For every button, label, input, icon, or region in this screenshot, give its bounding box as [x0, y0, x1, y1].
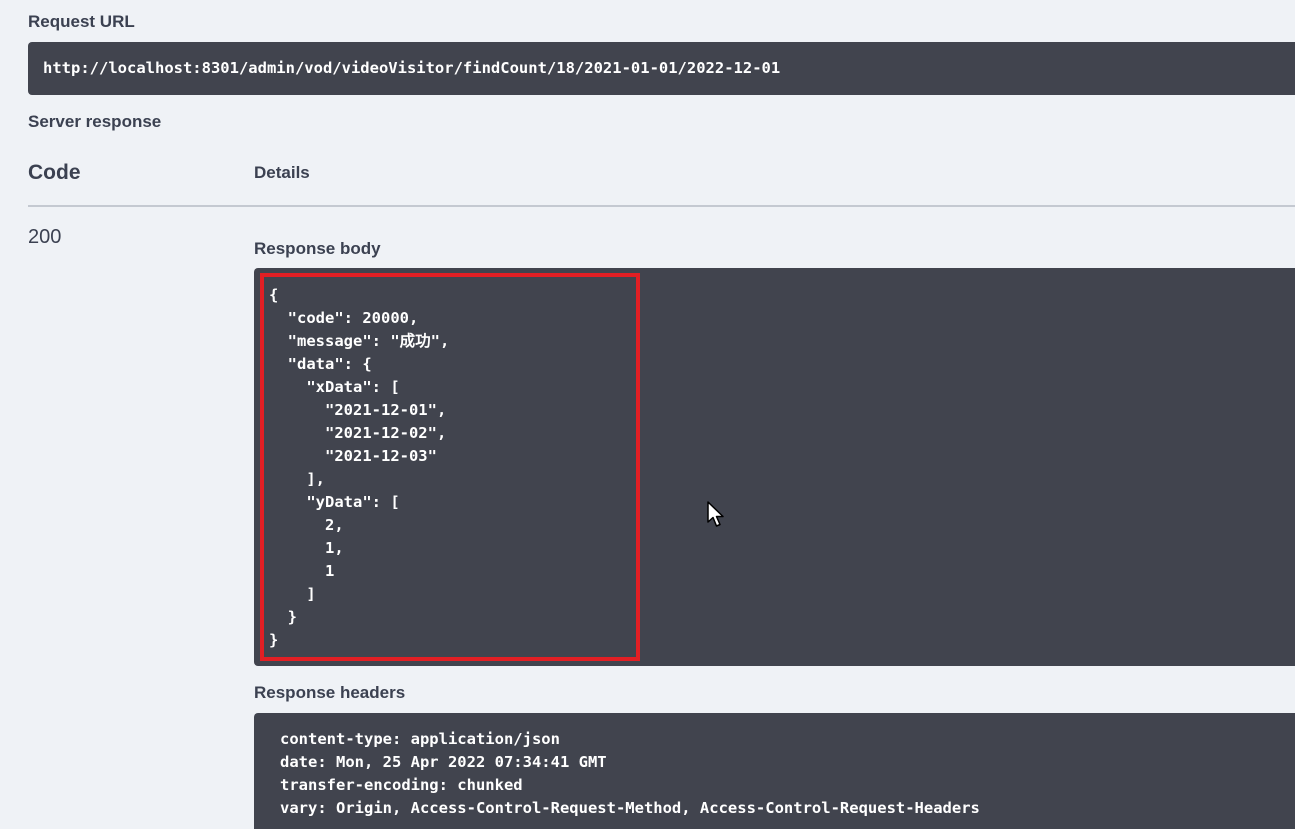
server-response-label: Server response: [28, 112, 162, 131]
response-body-line: "code": 20000,: [269, 309, 419, 327]
response-header-line: content-type: application/json: [280, 730, 560, 748]
request-url-label: Request URL: [28, 12, 135, 31]
response-body-line: 2,: [269, 516, 344, 534]
status-code: 200: [28, 226, 62, 248]
response-body-line: 1,: [269, 539, 344, 557]
response-body-line: {: [269, 286, 279, 304]
request-url-value[interactable]: http://localhost:8301/admin/vod/videoVis…: [28, 42, 1295, 95]
response-body-line: 1: [269, 562, 335, 580]
table-header-divider: [28, 205, 1295, 207]
response-body-line: "2021-12-02",: [269, 424, 447, 442]
response-headers-label: Response headers: [254, 683, 406, 702]
response-header-line: transfer-encoding: chunked: [280, 776, 523, 794]
response-body-line: "xData": [: [269, 378, 400, 396]
mouse-pointer-icon: [707, 501, 724, 527]
response-body-code[interactable]: { "code": 20000, "message": "成功", "data"…: [254, 268, 1295, 666]
details-column-header: Details: [254, 163, 310, 182]
response-body-line: ],: [269, 470, 325, 488]
response-body-label: Response body: [254, 239, 381, 258]
swagger-response-panel: Request URL http://localhost:8301/admin/…: [0, 0, 1295, 829]
response-body-line: }: [269, 631, 279, 649]
response-body-line: "data": {: [269, 355, 372, 373]
code-column-header: Code: [28, 161, 81, 184]
response-body-line: "yData": [: [269, 493, 400, 511]
response-body-line: ]: [269, 585, 316, 603]
response-body-line: "2021-12-01",: [269, 401, 447, 419]
response-body-line: }: [269, 608, 297, 626]
response-body-line: "2021-12-03": [269, 447, 437, 465]
response-header-line: date: Mon, 25 Apr 2022 07:34:41 GMT: [280, 753, 607, 771]
response-body-line: "message": "成功",: [269, 332, 450, 350]
response-header-line: vary: Origin, Access-Control-Request-Met…: [280, 799, 980, 817]
response-headers-code[interactable]: content-type: application/json date: Mon…: [254, 713, 1295, 829]
